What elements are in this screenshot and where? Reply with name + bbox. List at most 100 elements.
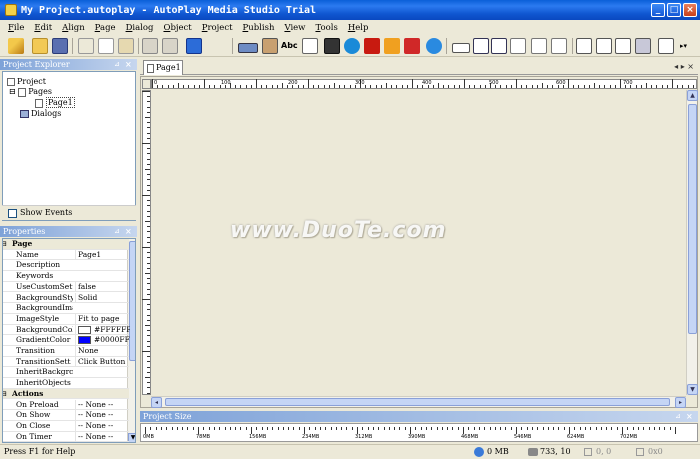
show-events-checkbox[interactable] — [8, 209, 17, 218]
property-row[interactable]: TransitionSett Click Button — [3, 356, 130, 368]
property-value[interactable]: #0000FF — [75, 335, 130, 346]
input-object-icon[interactable] — [452, 43, 470, 53]
tree-item-dialogs[interactable]: Dialogs — [20, 109, 61, 118]
watermark: www.DuoTe.com — [230, 218, 447, 243]
property-key: Keywords — [16, 271, 54, 281]
property-row[interactable]: InheritBackgrc — [3, 367, 129, 379]
size-label: 156MB — [249, 434, 267, 440]
pin-icon[interactable]: ⊿ — [114, 227, 123, 236]
maximize-button[interactable]: □ — [667, 3, 681, 17]
save-icon[interactable] — [52, 38, 68, 54]
tab-page1[interactable]: Page1 — [143, 60, 183, 75]
video-object-icon[interactable] — [324, 38, 340, 54]
menu-view[interactable]: View — [284, 23, 305, 33]
canvas-vertical-scrollbar[interactable]: ▲ ▼ — [686, 90, 698, 395]
page-icon — [147, 63, 154, 73]
close-panel-icon[interactable]: × — [125, 60, 134, 69]
project-tree: Project ⊟ Pages Page1 Dialogs — [2, 71, 136, 221]
color-swatch — [78, 325, 91, 334]
plugin-object-icon[interactable] — [635, 38, 651, 54]
progress-object-icon[interactable] — [551, 38, 567, 54]
quicktime-object-icon[interactable] — [344, 38, 360, 54]
menu-publish[interactable]: Publish — [243, 23, 275, 33]
property-value[interactable]: -- None -- — [75, 399, 130, 410]
cut-icon[interactable] — [78, 38, 94, 54]
property-row[interactable]: UseCustomSetti false — [3, 281, 130, 293]
property-value[interactable]: -- None -- — [75, 420, 130, 431]
undo-icon[interactable] — [142, 38, 158, 54]
property-value[interactable]: -- None -- — [75, 410, 130, 421]
property-row[interactable]: On Close -- None -- — [3, 420, 130, 432]
combobox-object-icon[interactable] — [531, 38, 547, 54]
web-object-icon[interactable] — [426, 38, 442, 54]
tree-object-icon[interactable] — [576, 38, 592, 54]
menu-project[interactable]: Project — [202, 23, 233, 33]
property-row[interactable]: Description — [3, 260, 129, 272]
pdf-object-icon[interactable] — [404, 38, 420, 54]
menu-object[interactable]: Object — [163, 23, 191, 33]
ruler-label: 600 — [556, 80, 566, 86]
paste-icon[interactable] — [118, 38, 134, 54]
copy-icon[interactable] — [98, 38, 114, 54]
menu-tools[interactable]: Tools — [315, 23, 337, 33]
xbutton-object-icon[interactable] — [615, 38, 631, 54]
property-row[interactable]: On Preload -- None -- — [3, 399, 130, 411]
property-row[interactable]: On Show -- None -- — [3, 410, 129, 421]
menu-align[interactable]: Align — [62, 23, 85, 33]
hotspot-object-icon[interactable] — [658, 38, 674, 54]
property-row[interactable]: GradientColor #0000FF — [3, 335, 130, 346]
menu-edit[interactable]: Edit — [34, 23, 52, 33]
canvas-horizontal-scrollbar[interactable]: ◂ ▸ — [151, 396, 686, 408]
toolbar-overflow-icon[interactable]: ▸▾ — [680, 38, 696, 54]
property-row[interactable]: Name Page1 — [3, 249, 130, 261]
open-folder-icon[interactable] — [32, 38, 48, 54]
property-value[interactable]: None — [75, 346, 130, 356]
menu-file[interactable]: File — [8, 23, 24, 33]
tree-item-pages[interactable]: ⊟ Pages — [9, 87, 52, 97]
property-row[interactable]: BackgroundStyl Solid — [3, 292, 130, 304]
property-row[interactable]: Keywords — [3, 271, 129, 282]
property-row[interactable]: Transition None — [3, 346, 129, 357]
text-object-icon[interactable]: Abc — [281, 38, 298, 54]
property-row[interactable]: On Timer -- None -- — [3, 431, 130, 442]
status-size: 0 MB — [487, 447, 509, 456]
checkbox-object-icon[interactable] — [473, 38, 489, 54]
slideshow-object-icon[interactable] — [384, 38, 400, 54]
minimize-button[interactable]: _ — [651, 3, 665, 17]
tree-item-project[interactable]: Project — [7, 77, 46, 86]
close-panel-icon[interactable]: × — [686, 412, 695, 421]
preview-icon[interactable] — [186, 38, 202, 54]
tab-scroll-icon[interactable]: ◂ ▸ × — [674, 62, 694, 71]
property-row[interactable]: BackgroundColo #FFFFFF — [3, 324, 130, 336]
property-row[interactable]: BackgroundImag — [3, 303, 129, 314]
grid-object-icon[interactable] — [596, 38, 612, 54]
pin-icon[interactable]: ⊿ — [675, 412, 684, 421]
property-category[interactable]: ⊟Actions — [3, 388, 129, 400]
label-object-icon[interactable] — [262, 38, 278, 54]
property-value[interactable]: #FFFFFF — [75, 324, 130, 335]
wizard-icon[interactable] — [8, 38, 24, 54]
menu-dialog[interactable]: Dialog — [126, 23, 154, 33]
menu-page[interactable]: Page — [95, 23, 116, 33]
redo-icon[interactable] — [162, 38, 178, 54]
property-value[interactable]: Page1 — [75, 249, 130, 260]
property-category[interactable]: ⊟Page — [3, 239, 129, 250]
menu-help[interactable]: Help — [348, 23, 369, 33]
flash-object-icon[interactable] — [364, 38, 380, 54]
property-row[interactable]: InheritObjects — [3, 378, 129, 389]
radio-object-icon[interactable] — [491, 38, 507, 54]
project-size-header: Project Size ⊿ × — [140, 411, 698, 422]
close-button[interactable]: × — [683, 3, 697, 17]
property-row[interactable]: ImageStyle Fit to page — [3, 313, 130, 325]
close-panel-icon[interactable]: × — [125, 227, 134, 236]
tree-item-page1[interactable]: Page1 — [35, 97, 75, 108]
pin-icon[interactable]: ⊿ — [114, 60, 123, 69]
property-value[interactable]: Fit to page — [75, 313, 130, 324]
property-value[interactable]: Click Button — [75, 356, 130, 367]
listbox-object-icon[interactable] — [510, 38, 526, 54]
property-value[interactable]: false — [75, 281, 130, 292]
property-value[interactable]: Solid — [75, 292, 130, 303]
button-object-icon[interactable] — [238, 43, 258, 53]
paragraph-object-icon[interactable] — [302, 38, 318, 54]
property-value[interactable]: -- None -- — [75, 431, 130, 442]
